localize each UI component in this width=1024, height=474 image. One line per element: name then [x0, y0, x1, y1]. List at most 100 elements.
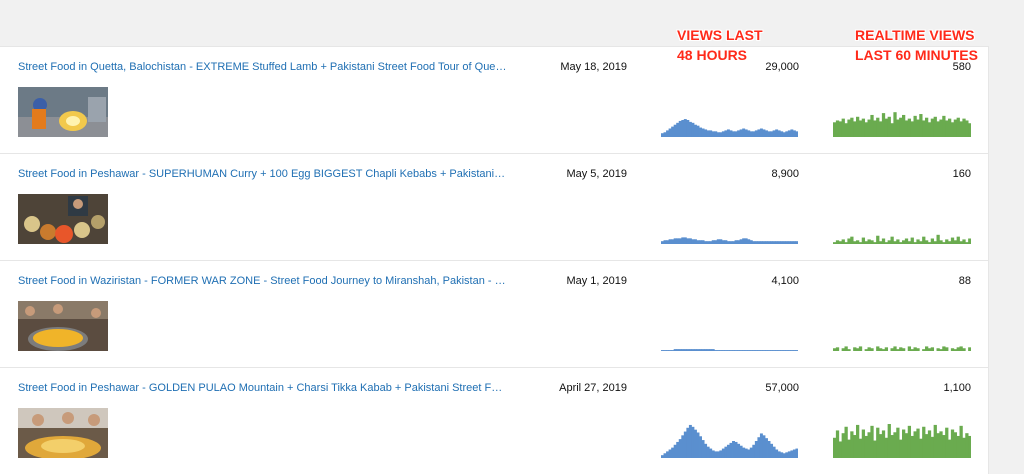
spark-bar: [787, 451, 791, 458]
video-thumbnail[interactable]: [18, 194, 108, 244]
spark-bar: [910, 237, 914, 244]
video-thumbnail[interactable]: [18, 301, 108, 351]
spark-bar: [775, 350, 779, 351]
spark-bar: [663, 132, 667, 137]
spark-bar: [936, 348, 940, 351]
spark-bar: [729, 241, 733, 244]
spark-bar: [668, 350, 672, 351]
spark-bar: [910, 349, 914, 351]
spark-bar: [904, 433, 909, 458]
spark-bar: [678, 439, 682, 458]
spark-bar: [742, 128, 746, 137]
spark-bar: [663, 453, 667, 458]
spark-bar: [795, 241, 798, 244]
spark-bar: [782, 241, 786, 244]
video-thumbnail[interactable]: [18, 87, 108, 137]
spark-bar: [873, 440, 877, 458]
spark-bar: [876, 427, 880, 458]
spark-bar: [765, 438, 768, 458]
spark-bar: [916, 239, 920, 244]
publish-date: May 1, 2019: [566, 275, 627, 287]
spark-bar: [711, 349, 715, 351]
video-title-link[interactable]: Street Food in Waziristan - FORMER WAR Z…: [18, 275, 508, 287]
sparkline-realtime: [833, 234, 971, 244]
spark-bar: [711, 450, 715, 458]
spark-bar: [925, 117, 929, 137]
spark-bar: [922, 120, 926, 137]
spark-bar: [726, 129, 730, 137]
spark-bar: [916, 119, 920, 137]
spark-bar: [833, 348, 837, 351]
spark-bar: [847, 349, 851, 351]
spark-bar: [777, 350, 781, 351]
sparkline-realtime: [833, 346, 971, 351]
video-thumbnail[interactable]: [18, 408, 108, 458]
spark-bar: [833, 437, 837, 458]
spark-bar: [953, 349, 958, 351]
spark-bar: [699, 127, 702, 137]
spark-bar: [759, 433, 763, 458]
spark-bar: [881, 238, 886, 244]
spark-bar: [661, 350, 664, 351]
spark-bar: [752, 131, 756, 137]
spark-bar: [936, 234, 940, 244]
spark-bar: [936, 121, 940, 137]
spark-bar: [772, 446, 776, 458]
spark-bar: [729, 130, 733, 137]
spark-bar: [671, 350, 675, 351]
spark-bar: [671, 447, 675, 458]
spark-bar: [844, 426, 848, 458]
spark-bar: [724, 446, 728, 458]
spark-bar: [835, 240, 840, 244]
spark-bar: [734, 131, 738, 137]
spark-bar: [752, 350, 756, 351]
video-title-link[interactable]: Street Food in Peshawar - SUPERHUMAN Cur…: [18, 168, 508, 180]
spark-bar: [864, 241, 868, 244]
spark-bar: [729, 350, 733, 351]
spark-bar: [930, 118, 935, 137]
spark-bar: [902, 348, 906, 351]
spark-bar: [780, 452, 784, 458]
spark-bar: [844, 242, 848, 244]
spark-bar: [681, 120, 685, 137]
spark-bar: [693, 429, 697, 458]
video-row[interactable]: Street Food in Peshawar - GOLDEN PULAO M…: [0, 368, 988, 474]
spark-bar: [734, 240, 738, 244]
spark-bar: [739, 445, 743, 458]
spark-bar: [873, 120, 877, 137]
spark-bar: [919, 241, 923, 244]
spark-bar: [933, 116, 937, 137]
video-title-link[interactable]: Street Food in Peshawar - GOLDEN PULAO M…: [18, 382, 508, 394]
spark-bar: [754, 130, 758, 137]
spark-bar: [913, 347, 917, 351]
spark-bar: [744, 448, 748, 458]
spark-bar: [777, 451, 781, 458]
video-row[interactable]: Street Food in Waziristan - FORMER WAR Z…: [0, 261, 988, 368]
spark-bar: [759, 241, 763, 244]
video-title-link[interactable]: Street Food in Quetta, Balochistan - EXT…: [18, 61, 508, 73]
spark-bar: [785, 350, 789, 351]
spark-bar: [858, 438, 863, 458]
spark-bar: [721, 131, 725, 137]
spark-bar: [881, 113, 886, 137]
spark-bar: [876, 117, 880, 137]
spark-bar: [795, 131, 798, 137]
spark-bar: [714, 350, 718, 351]
spark-bar: [704, 443, 708, 458]
spark-bar: [899, 347, 903, 351]
spark-bar: [879, 121, 883, 137]
spark-bar: [833, 242, 837, 244]
spark-bar: [716, 350, 720, 351]
spark-bar: [867, 239, 871, 244]
spark-bar: [913, 115, 917, 137]
video-row[interactable]: Street Food in Quetta, Balochistan - EXT…: [0, 47, 988, 154]
spark-bar: [930, 347, 935, 351]
spark-bar: [948, 241, 952, 244]
spark-bar: [678, 349, 682, 351]
spark-bar: [927, 430, 932, 458]
spark-bar: [899, 242, 903, 244]
spark-bar: [858, 242, 863, 244]
spark-bar: [699, 349, 702, 351]
video-row[interactable]: Street Food in Peshawar - SUPERHUMAN Cur…: [0, 154, 988, 261]
spark-bar: [939, 119, 943, 137]
